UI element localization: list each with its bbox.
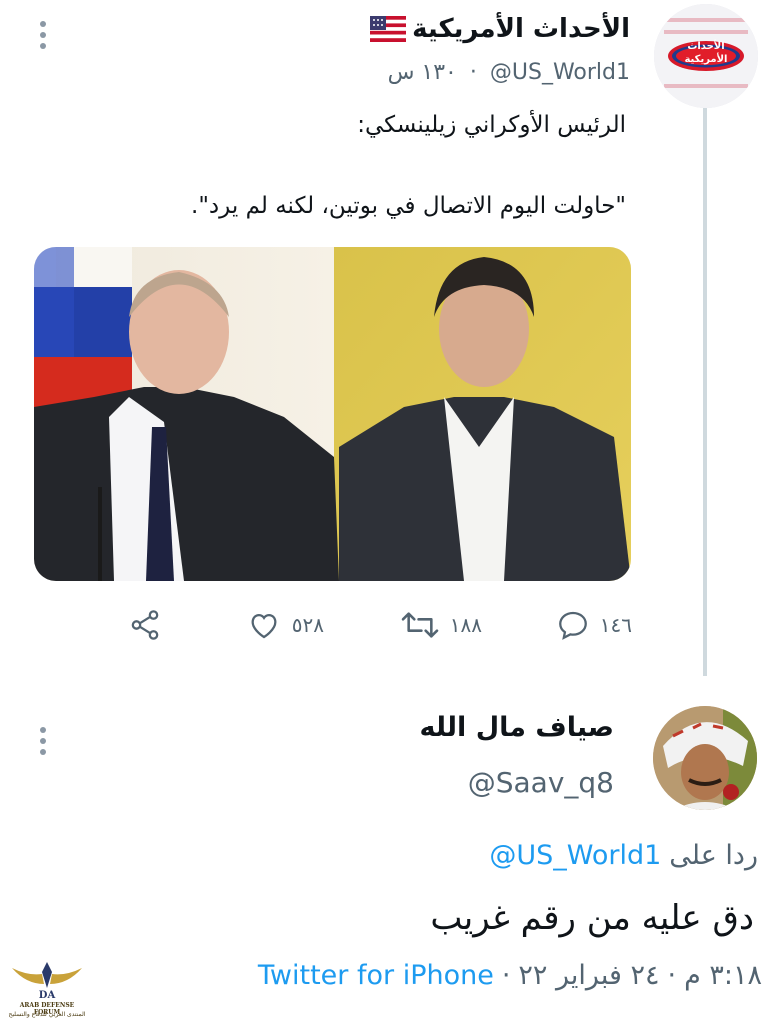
tweet1-body-line1: الرئيس الأوكراني زيلينسكي: bbox=[357, 112, 626, 138]
tweet2-client[interactable]: Twitter for iPhone bbox=[258, 960, 494, 991]
tweet1-handle-row: ١٣٠ س · @US_World1 bbox=[387, 60, 630, 85]
reply-count: ١٤٦ bbox=[599, 613, 632, 637]
tweet1-body-line2: "حاولت اليوم الاتصال في بوتين، لكنه لم ي… bbox=[191, 193, 626, 219]
avatar-saav[interactable] bbox=[653, 706, 757, 810]
tweet2-body: دق عليه من رقم غريب bbox=[430, 898, 754, 938]
thread-line bbox=[703, 108, 707, 676]
tweet2-meta: Twitter for iPhone · ٢٤ فبراير ٢٢ · ٣:١٨… bbox=[258, 960, 762, 991]
tweet1-display-name[interactable]: الأحداث الأمريكية bbox=[412, 14, 630, 44]
tweet1-time: ١٣٠ س bbox=[387, 60, 457, 85]
tweet2-handle[interactable]: @Saav_q8 bbox=[468, 766, 614, 799]
replying-to: @US_World1 ردا على bbox=[489, 840, 758, 871]
meta-separator: · bbox=[667, 960, 677, 991]
logo-mark: DA bbox=[39, 990, 56, 1000]
tweet1-photo[interactable] bbox=[34, 247, 631, 581]
replying-to-handle[interactable]: @US_World1 bbox=[489, 840, 661, 871]
avatar-us-world[interactable]: الأحداث الأمريكية bbox=[654, 4, 758, 108]
share-icon bbox=[131, 610, 159, 640]
more-icon[interactable] bbox=[40, 727, 46, 760]
reply-action[interactable]: ١٤٦ bbox=[556, 608, 632, 642]
tweet1-handle[interactable]: @US_World1 bbox=[490, 60, 630, 85]
like-action[interactable]: ٥٢٨ bbox=[246, 608, 324, 642]
tweet1-actions: ١٤٦ ١٨٨ ٥٢٨ bbox=[0, 608, 782, 648]
meta-separator: · bbox=[501, 960, 511, 991]
retweet-icon bbox=[401, 612, 439, 638]
reply-icon bbox=[558, 611, 587, 640]
flag-us-icon bbox=[370, 16, 406, 42]
share-action[interactable] bbox=[128, 608, 162, 642]
avatar-logo-text: الأحداث الأمريكية bbox=[684, 41, 728, 65]
logo-line2: المنتدى العربي للدفاع والتسليح bbox=[8, 1011, 86, 1018]
tweet2-date: ٢٤ فبراير ٢٢ bbox=[518, 960, 660, 991]
tweet2-display-name[interactable]: صياف مال الله bbox=[420, 712, 614, 743]
replying-to-label: ردا على bbox=[669, 840, 758, 871]
eagle-emblem-icon: DA bbox=[12, 962, 82, 1000]
more-icon[interactable] bbox=[40, 21, 46, 54]
like-icon bbox=[251, 613, 277, 639]
arab-defense-forum-logo: DA ARAB DEFENSE FORUM المنتدى العربي للد… bbox=[8, 958, 86, 1022]
tweet2-time: ٣:١٨ م bbox=[684, 960, 762, 991]
retweet-count: ١٨٨ bbox=[449, 613, 482, 637]
retweet-action[interactable]: ١٨٨ bbox=[400, 608, 482, 642]
like-count: ٥٢٨ bbox=[291, 613, 324, 637]
